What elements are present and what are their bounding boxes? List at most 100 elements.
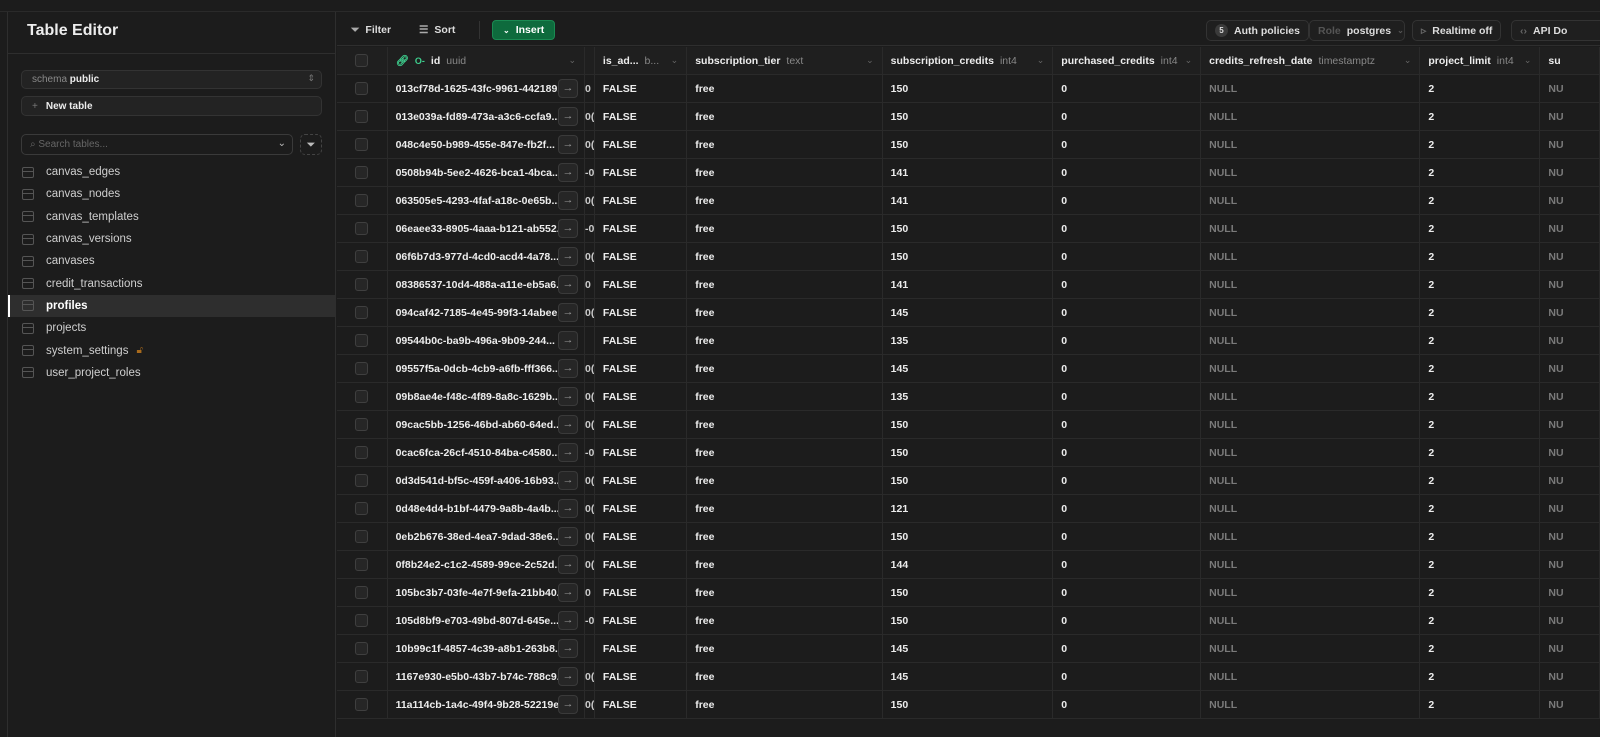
row-checkbox[interactable] <box>355 474 369 487</box>
cell-subscription_tier[interactable]: free <box>687 159 883 186</box>
cell-credits_refresh_date[interactable]: NULL <box>1201 103 1421 130</box>
cell-hidden[interactable] <box>585 327 595 354</box>
cell-project_limit[interactable]: 2 <box>1420 131 1541 158</box>
cell-purchased_credits[interactable]: 0 <box>1053 523 1202 550</box>
arrow-right-icon[interactable]: → <box>558 387 578 406</box>
cell-credits_refresh_date[interactable]: NULL <box>1201 215 1421 242</box>
row-checkbox[interactable] <box>355 110 369 123</box>
cell-id[interactable]: 09cac5bb-1256-46bd-ab60-64ed... → <box>388 411 585 438</box>
cell-subscription_tier[interactable]: free <box>687 607 883 634</box>
cell-subscription_tier[interactable]: free <box>687 299 883 326</box>
sidebar-item-canvas-nodes[interactable]: canvas_nodes <box>8 183 336 205</box>
row-checkbox[interactable] <box>355 82 369 95</box>
cell-id[interactable]: 0cac6fca-26cf-4510-84ba-c4580... → <box>388 439 585 466</box>
arrow-right-icon[interactable]: → <box>558 303 578 322</box>
sidebar-item-profiles[interactable]: profiles <box>8 294 336 318</box>
column-header-su[interactable]: su <box>1540 47 1600 74</box>
cell-credits_refresh_date[interactable]: NULL <box>1201 523 1421 550</box>
search-tables-input[interactable]: ⌕ Search tables... ⌄ <box>21 134 293 155</box>
insert-button[interactable]: ⌄ Insert <box>492 20 556 40</box>
cell-project_limit[interactable]: 2 <box>1420 215 1541 242</box>
cell-subscription_credits[interactable]: 145 <box>883 355 1054 382</box>
cell-purchased_credits[interactable]: 0 <box>1053 607 1202 634</box>
sort-button[interactable]: ☰ Sort <box>419 20 455 40</box>
cell-id[interactable]: 09544b0c-ba9b-496a-9b09-244... → <box>388 327 585 354</box>
cell-is_ad[interactable]: FALSE <box>595 103 688 130</box>
cell-subscription_credits[interactable]: 150 <box>883 467 1054 494</box>
cell-hidden[interactable]: -0 <box>585 607 595 634</box>
cell-id[interactable]: 10b99c1f-4857-4c39-a8b1-263b8... → <box>388 635 585 662</box>
cell-project_limit[interactable]: 2 <box>1420 271 1541 298</box>
cell-is_ad[interactable]: FALSE <box>595 159 688 186</box>
cell-subscription_credits[interactable]: 141 <box>883 159 1054 186</box>
cell-project_limit[interactable]: 2 <box>1420 551 1541 578</box>
cell-subscription_tier[interactable]: free <box>687 131 883 158</box>
cell-is_ad[interactable]: FALSE <box>595 411 688 438</box>
cell-hidden[interactable]: 0( <box>585 691 595 718</box>
cell-credits_refresh_date[interactable]: NULL <box>1201 663 1421 690</box>
chevron-down-icon[interactable]: ⌄ <box>1037 55 1045 66</box>
table-row[interactable]: 0d48e4d4-b1bf-4479-9a8b-4a4b... → 0(FALSE f… <box>337 495 1600 523</box>
cell-hidden[interactable]: 0 <box>585 579 595 606</box>
cell-subscription_credits[interactable]: 144 <box>883 551 1054 578</box>
cell-hidden[interactable]: 0( <box>585 523 595 550</box>
cell-is_ad[interactable]: FALSE <box>595 579 688 606</box>
arrow-right-icon[interactable]: → <box>558 191 578 210</box>
cell-project_limit[interactable]: 2 <box>1420 439 1541 466</box>
sidebar-item-canvas-templates[interactable]: canvas_templates <box>8 206 336 228</box>
cell-hidden[interactable] <box>585 635 595 662</box>
cell-purchased_credits[interactable]: 0 <box>1053 551 1202 578</box>
cell-id[interactable]: 0eb2b676-38ed-4ea7-9dad-38e6... → <box>388 523 585 550</box>
column-header-credits_refresh_date[interactable]: credits_refresh_date timestamptz ⌄ <box>1201 47 1421 74</box>
row-checkbox[interactable] <box>355 166 369 179</box>
cell-subscription_tier[interactable]: free <box>687 243 883 270</box>
cell-credits_refresh_date[interactable]: NULL <box>1201 187 1421 214</box>
cell-subscription_tier[interactable]: free <box>687 271 883 298</box>
cell-hidden[interactable]: 0( <box>585 663 595 690</box>
arrow-right-icon[interactable]: → <box>558 107 578 126</box>
cell-su[interactable]: NU <box>1540 551 1600 578</box>
cell-project_limit[interactable]: 2 <box>1420 243 1541 270</box>
cell-su[interactable]: NU <box>1540 691 1600 718</box>
cell-is_ad[interactable]: FALSE <box>595 551 688 578</box>
row-checkbox[interactable] <box>355 446 369 459</box>
cell-su[interactable]: NU <box>1540 607 1600 634</box>
table-row[interactable]: 013e039a-fd89-473a-a3c6-ccfa9... → 0(FALSE… <box>337 103 1600 131</box>
cell-project_limit[interactable]: 2 <box>1420 159 1541 186</box>
arrow-right-icon[interactable]: → <box>558 527 578 546</box>
cell-id[interactable]: 094caf42-7185-4e45-99f3-14abee... → <box>388 299 585 326</box>
cell-credits_refresh_date[interactable]: NULL <box>1201 75 1421 102</box>
cell-credits_refresh_date[interactable]: NULL <box>1201 383 1421 410</box>
column-header-project_limit[interactable]: project_limit int4 ⌄ <box>1420 47 1541 74</box>
cell-su[interactable]: NU <box>1540 467 1600 494</box>
column-header-subscription_tier[interactable]: subscription_tier text ⌄ <box>687 47 883 74</box>
cell-credits_refresh_date[interactable]: NULL <box>1201 159 1421 186</box>
cell-subscription_tier[interactable]: free <box>687 523 883 550</box>
cell-is_ad[interactable]: FALSE <box>595 131 688 158</box>
row-checkbox[interactable] <box>355 502 369 515</box>
cell-is_ad[interactable]: FALSE <box>595 299 688 326</box>
cell-credits_refresh_date[interactable]: NULL <box>1201 467 1421 494</box>
table-row[interactable]: 094caf42-7185-4e45-99f3-14abee... → 0(FALS… <box>337 299 1600 327</box>
cell-credits_refresh_date[interactable]: NULL <box>1201 551 1421 578</box>
cell-project_limit[interactable]: 2 <box>1420 187 1541 214</box>
cell-project_limit[interactable]: 2 <box>1420 355 1541 382</box>
cell-hidden[interactable]: -0 <box>585 439 595 466</box>
arrow-right-icon[interactable]: → <box>558 275 578 294</box>
sidebar-item-user-project-roles[interactable]: user_project_roles <box>8 362 336 384</box>
cell-credits_refresh_date[interactable]: NULL <box>1201 355 1421 382</box>
row-checkbox[interactable] <box>355 586 369 599</box>
arrow-right-icon[interactable]: → <box>558 611 578 630</box>
sidebar-item-canvas-versions[interactable]: canvas_versions <box>8 228 336 250</box>
cell-hidden[interactable]: -0 <box>585 159 595 186</box>
table-row[interactable]: 08386537-10d4-488a-a11e-eb5a6... → 0 FALSE f… <box>337 271 1600 299</box>
arrow-right-icon[interactable]: → <box>558 667 578 686</box>
table-row[interactable]: 1167e930-e5b0-43b7-b74c-788c9... → 0(FALSE… <box>337 663 1600 691</box>
cell-su[interactable]: NU <box>1540 299 1600 326</box>
table-row[interactable]: 09557f5a-0dcb-4cb9-a6fb-fff366... → 0(FALS… <box>337 355 1600 383</box>
role-select[interactable]: Role postgres ⌄ <box>1309 20 1405 41</box>
cell-id[interactable]: 063505e5-4293-4faf-a18c-0e65b... → <box>388 187 585 214</box>
new-table-button[interactable]: + New table <box>21 96 322 116</box>
cell-purchased_credits[interactable]: 0 <box>1053 663 1202 690</box>
cell-purchased_credits[interactable]: 0 <box>1053 327 1202 354</box>
